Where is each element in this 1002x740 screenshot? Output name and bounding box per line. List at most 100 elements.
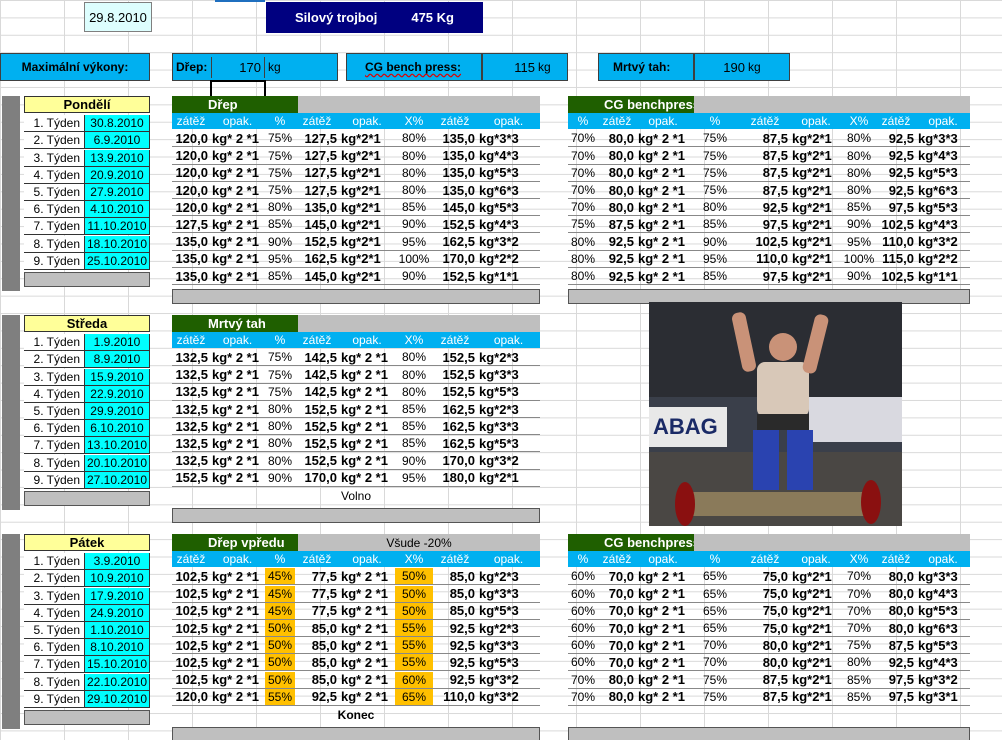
table-cell[interactable]: kg* 2 *1 [636,251,690,268]
table-cell[interactable]: kg*2*1 [339,182,395,199]
table-cell[interactable]: 75% [568,216,598,234]
week-date[interactable]: 6.9.2010 [85,132,150,150]
week-date[interactable]: 1.10.2010 [85,622,150,639]
table-cell[interactable]: 170,0 [295,470,339,487]
table-cell[interactable]: 45% [265,568,295,586]
table-cell[interactable]: 90% [690,234,740,251]
table-cell[interactable]: 85% [265,216,295,234]
table-cell[interactable]: kg* 2 *1 [210,384,265,401]
table-cell[interactable]: 75% [690,672,740,689]
table-cell[interactable]: 85% [690,268,740,285]
table-cell[interactable]: 65% [395,688,433,706]
table-cell[interactable]: 70% [568,689,598,706]
table-cell[interactable]: kg*5*3 [916,165,970,182]
table-cell[interactable]: 70% [690,654,740,672]
week-label[interactable]: 4. Týden [24,604,85,622]
table-cell[interactable]: kg* 2 *1 [210,418,265,436]
week-label[interactable]: 8. Týden [24,673,85,691]
table-cell[interactable]: 132,5 [172,349,210,367]
table-cell[interactable]: 70% [568,182,598,199]
week-date[interactable]: 13.10.2010 [85,437,150,455]
table-cell[interactable]: 85% [395,435,433,453]
table-cell[interactable]: kg*2*3 [477,349,540,367]
table-cell[interactable]: kg* 2 *1 [339,435,395,453]
table-cell[interactable]: kg*5*3 [477,435,540,453]
table-title[interactable]: Dřep vpředu [172,534,298,551]
table-cell[interactable]: 87,5 [740,148,790,165]
table-cell[interactable]: 70,0 [598,637,636,655]
table-cell[interactable]: 145,0 [433,199,477,217]
week-date[interactable]: 20.9.2010 [85,166,150,184]
max-tah-value-box[interactable]: 190 kg [694,53,790,81]
week-label[interactable]: 2. Týden [24,351,85,369]
table-cell[interactable]: 85,0 [295,620,339,637]
table-cell[interactable]: 60% [568,568,598,586]
week-date[interactable]: 27.9.2010 [85,184,150,201]
table-cell[interactable]: 65% [690,586,740,603]
table-cell[interactable]: 80% [265,199,295,217]
table-cell[interactable]: kg* 2 *1 [210,234,265,251]
table-cell[interactable]: 170,0 [433,251,477,268]
table-cell[interactable]: 92,5 [433,620,477,637]
table-cell[interactable]: 75,0 [740,620,790,637]
table-cell[interactable]: kg*1*1 [477,268,540,285]
table-cell[interactable]: 77,5 [295,586,339,603]
table-cell[interactable]: 135,0 [433,165,477,182]
table-cell[interactable]: 85% [395,418,433,436]
table-cell[interactable]: 97,5 [876,199,916,217]
table-cell[interactable]: kg*2*1 [790,199,842,217]
table-cell[interactable]: 132,5 [172,401,210,418]
table-cell[interactable]: 97,5 [740,268,790,285]
table-cell[interactable]: kg* 2 *1 [636,603,690,620]
table-cell[interactable]: 152,5 [433,216,477,234]
table-cell[interactable]: 142,5 [295,384,339,401]
week-date[interactable]: 8.10.2010 [85,639,150,657]
table-cell[interactable]: 70% [842,603,876,620]
table-cell[interactable]: 55% [395,654,433,672]
table-cell[interactable]: kg* 2 *1 [210,268,265,285]
table-cell[interactable]: 97,5 [876,672,916,689]
table-cell[interactable]: 75% [690,148,740,165]
table-cell[interactable]: 115,0 [876,251,916,268]
table-cell[interactable]: kg*2*1 [790,130,842,148]
table-cell[interactable]: kg* 2 *1 [339,453,395,470]
day-header-pondeli[interactable]: Pondělí [24,96,150,113]
table-cell[interactable]: 80% [395,182,433,199]
table-cell[interactable]: 80% [842,654,876,672]
table-cell[interactable]: kg*2*1 [790,148,842,165]
title-box[interactable]: Silový trojboj 475 Kg [266,2,483,33]
table-cell[interactable]: kg*3*3 [916,130,970,148]
table-cell[interactable]: 85,0 [433,603,477,620]
table-cell[interactable]: kg*2*1 [790,165,842,182]
table-cell[interactable]: 60% [568,586,598,603]
table-cell[interactable]: kg*2*1 [790,603,842,620]
table-cell[interactable]: 92,5 [598,234,636,251]
table-cell[interactable]: kg* 2 *1 [210,435,265,453]
table-cell[interactable]: kg*3*2 [477,234,540,251]
table-cell[interactable]: 152,5 [295,453,339,470]
table-cell[interactable]: kg*3*3 [477,418,540,436]
table-cell[interactable]: kg* 2 *1 [339,689,395,706]
table-cell[interactable]: 132,5 [172,453,210,470]
table-cell[interactable]: 45% [265,602,295,620]
table-cell[interactable]: 80,0 [598,199,636,217]
table-cell[interactable]: 120,0 [172,165,210,182]
table-cell[interactable]: 152,5 [295,418,339,436]
max-label[interactable]: Maximální výkony: [0,53,150,81]
table-cell[interactable]: 80% [395,349,433,367]
table-cell[interactable]: 50% [265,654,295,672]
table-cell[interactable]: kg*5*3 [916,637,970,655]
table-cell[interactable]: kg*5*3 [477,199,540,217]
table-cell[interactable]: 75% [265,182,295,199]
table-cell[interactable]: kg*2*1 [790,251,842,268]
table-cell[interactable]: kg* 2 *1 [210,603,265,620]
table-cell[interactable]: kg* 2 *1 [636,182,690,199]
table-cell[interactable]: 75% [690,165,740,182]
table-cell[interactable]: 75% [265,384,295,401]
table-cell[interactable]: kg* 2 *1 [210,130,265,148]
table-cell[interactable]: kg* 2 *1 [210,182,265,199]
table-cell[interactable]: kg* 2 *1 [210,199,265,217]
table-cell[interactable]: kg* 2 *1 [636,637,690,655]
table-cell[interactable]: 120,0 [172,148,210,165]
table-cell[interactable]: 87,5 [740,165,790,182]
